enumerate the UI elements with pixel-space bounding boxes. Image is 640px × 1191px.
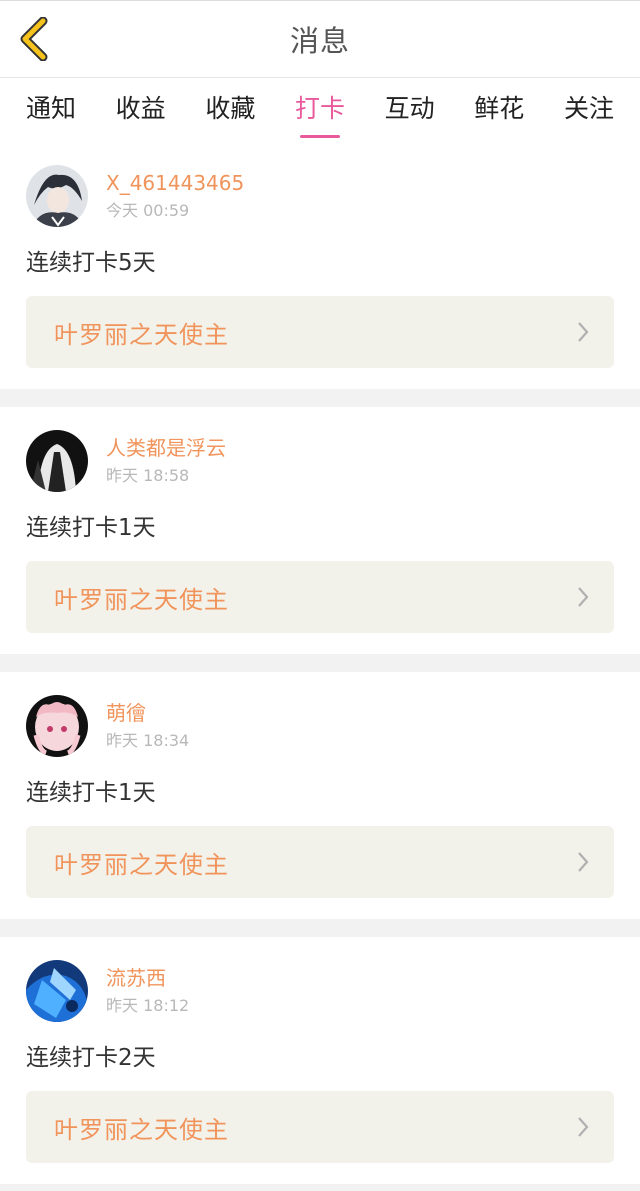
list-item: X_461443465 今天 00:59 连续打卡5天 叶罗丽之天使主 [0,142,640,389]
checkin-message: 连续打卡1天 [26,515,156,541]
club-name: 叶罗丽之天使主 [54,320,229,349]
club-name: 叶罗丽之天使主 [54,850,229,879]
tab-checkin[interactable]: 打卡 [295,89,345,131]
checkin-message: 连续打卡1天 [26,780,156,806]
timestamp: 昨天 18:12 [106,996,190,1015]
list-item: 流苏西 昨天 18:12 连续打卡2天 叶罗丽之天使主 [0,937,640,1184]
club-link[interactable]: 叶罗丽之天使主 [26,561,614,633]
tab-interactions[interactable]: 互动 [385,89,435,131]
checkin-message: 连续打卡5天 [26,250,156,276]
tab-following[interactable]: 关注 [564,89,614,131]
tab-earnings[interactable]: 收益 [116,89,166,131]
tab-flowers[interactable]: 鲜花 [474,89,524,131]
club-name: 叶罗丽之天使主 [54,585,229,614]
page-title: 消息 [289,24,350,58]
avatar[interactable] [26,165,88,227]
chevron-right-icon [576,850,590,874]
user-row: 人类都是浮云 昨天 18:58 [26,429,614,493]
timestamp: 昨天 18:58 [106,466,190,485]
club-link[interactable]: 叶罗丽之天使主 [26,1091,614,1163]
checkin-feed: X_461443465 今天 00:59 连续打卡5天 叶罗丽之天使主 人类都是… [0,142,640,1184]
club-link[interactable]: 叶罗丽之天使主 [26,296,614,368]
username[interactable]: 人类都是浮云 [106,434,226,462]
timestamp: 今天 00:59 [106,201,190,220]
username[interactable]: 流苏西 [106,964,189,992]
user-row: X_461443465 今天 00:59 [26,164,614,228]
club-link[interactable]: 叶罗丽之天使主 [26,826,614,898]
list-item: 萌徻 昨天 18:34 连续打卡1天 叶罗丽之天使主 [0,672,640,919]
avatar[interactable] [26,960,88,1022]
back-arrow-icon [20,17,48,61]
user-row: 流苏西 昨天 18:12 [26,959,614,1023]
tab-bar: 通知 收益 收藏 打卡 互动 鲜花 关注 [0,78,640,142]
list-item: 人类都是浮云 昨天 18:58 连续打卡1天 叶罗丽之天使主 [0,407,640,654]
chevron-right-icon [576,1115,590,1139]
user-row: 萌徻 昨天 18:34 [26,694,614,758]
checkin-message: 连续打卡2天 [26,1045,156,1071]
avatar[interactable] [26,430,88,492]
chevron-right-icon [576,320,590,344]
username[interactable]: 萌徻 [106,699,189,727]
top-bar: 消息 [0,0,640,78]
chevron-right-icon [576,585,590,609]
timestamp: 昨天 18:34 [106,731,190,750]
username[interactable]: X_461443465 [106,169,244,197]
avatar[interactable] [26,695,88,757]
back-button[interactable] [12,15,56,63]
club-name: 叶罗丽之天使主 [54,1115,229,1144]
tab-notifications[interactable]: 通知 [26,89,76,131]
tab-favorites[interactable]: 收藏 [205,89,255,131]
